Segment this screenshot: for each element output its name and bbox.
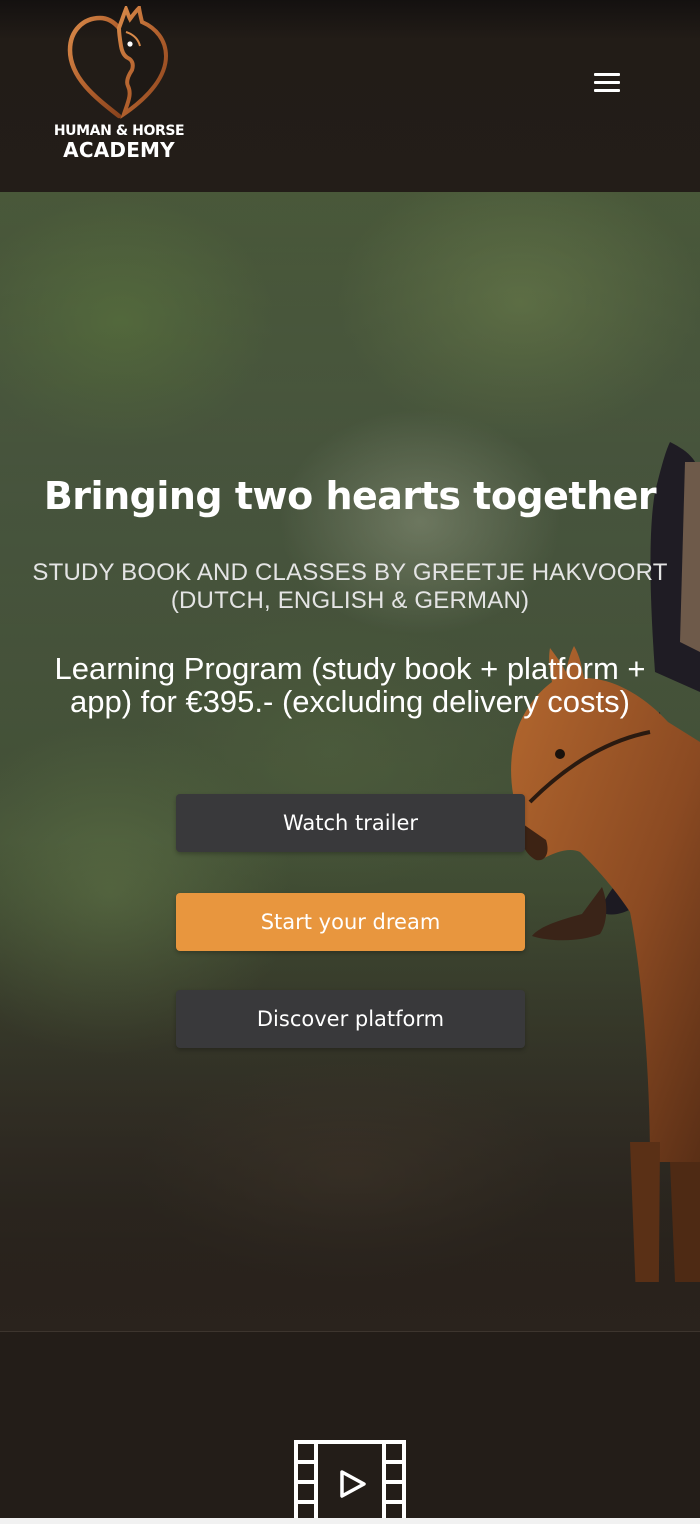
- hero-subtitle-line: (DUTCH, ENGLISH & GERMAN): [170, 587, 530, 614]
- hero-price-line: Learning Program (study book + platform …: [54, 651, 646, 686]
- horse-heart-logo-icon: [67, 6, 169, 120]
- hero-subtitle-line: STUDY BOOK AND CLASSES BY GREETJE HAKVOO…: [32, 559, 668, 586]
- page: HUMAN & HORSE ACADEMY Bringing two heart…: [0, 0, 700, 1524]
- hero-subtitle: STUDY BOOK AND CLASSES BY GREETJE HAKVOO…: [0, 559, 700, 615]
- discover-platform-button[interactable]: Discover platform: [176, 990, 525, 1048]
- hero-price-text: Learning Program (study book + platform …: [0, 652, 700, 718]
- video-film-icon: [294, 1440, 406, 1524]
- hamburger-menu-icon[interactable]: [590, 68, 624, 96]
- section-divider: [0, 1331, 700, 1332]
- logo-text-line2: ACADEMY: [63, 138, 175, 162]
- hero-price-line: app) for €395.- (excluding delivery cost…: [70, 684, 630, 719]
- hero-section: Bringing two hearts together STUDY BOOK …: [0, 192, 700, 1331]
- hero-title: Bringing two hearts together: [43, 474, 657, 518]
- site-header: HUMAN & HORSE ACADEMY: [0, 0, 700, 192]
- logo-text-line1: HUMAN & HORSE: [53, 123, 185, 139]
- brand-logo[interactable]: HUMAN & HORSE ACADEMY: [52, 6, 186, 162]
- start-your-dream-button[interactable]: Start your dream: [176, 893, 525, 951]
- watch-trailer-button[interactable]: Watch trailer: [176, 794, 525, 852]
- bottom-edge: [0, 1518, 700, 1524]
